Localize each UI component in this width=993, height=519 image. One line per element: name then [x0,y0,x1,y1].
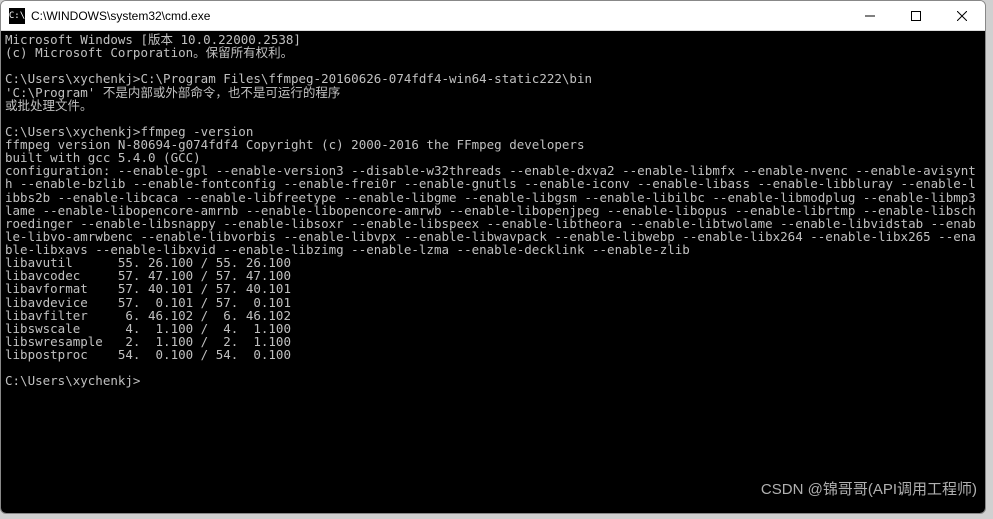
maximize-button[interactable] [893,1,939,30]
titlebar[interactable]: C:\ C:\WINDOWS\system32\cmd.exe [1,1,985,31]
minimize-icon [865,11,875,21]
cmd-window: C:\ C:\WINDOWS\system32\cmd.exe Microsof… [0,0,986,514]
cmd-icon: C:\ [9,8,25,24]
minimize-button[interactable] [847,1,893,30]
close-icon [957,11,967,21]
maximize-icon [911,11,921,21]
close-button[interactable] [939,1,985,30]
window-controls [847,1,985,30]
terminal-output[interactable]: Microsoft Windows [版本 10.0.22000.2538] (… [1,31,985,513]
window-title: C:\WINDOWS\system32\cmd.exe [31,9,847,23]
